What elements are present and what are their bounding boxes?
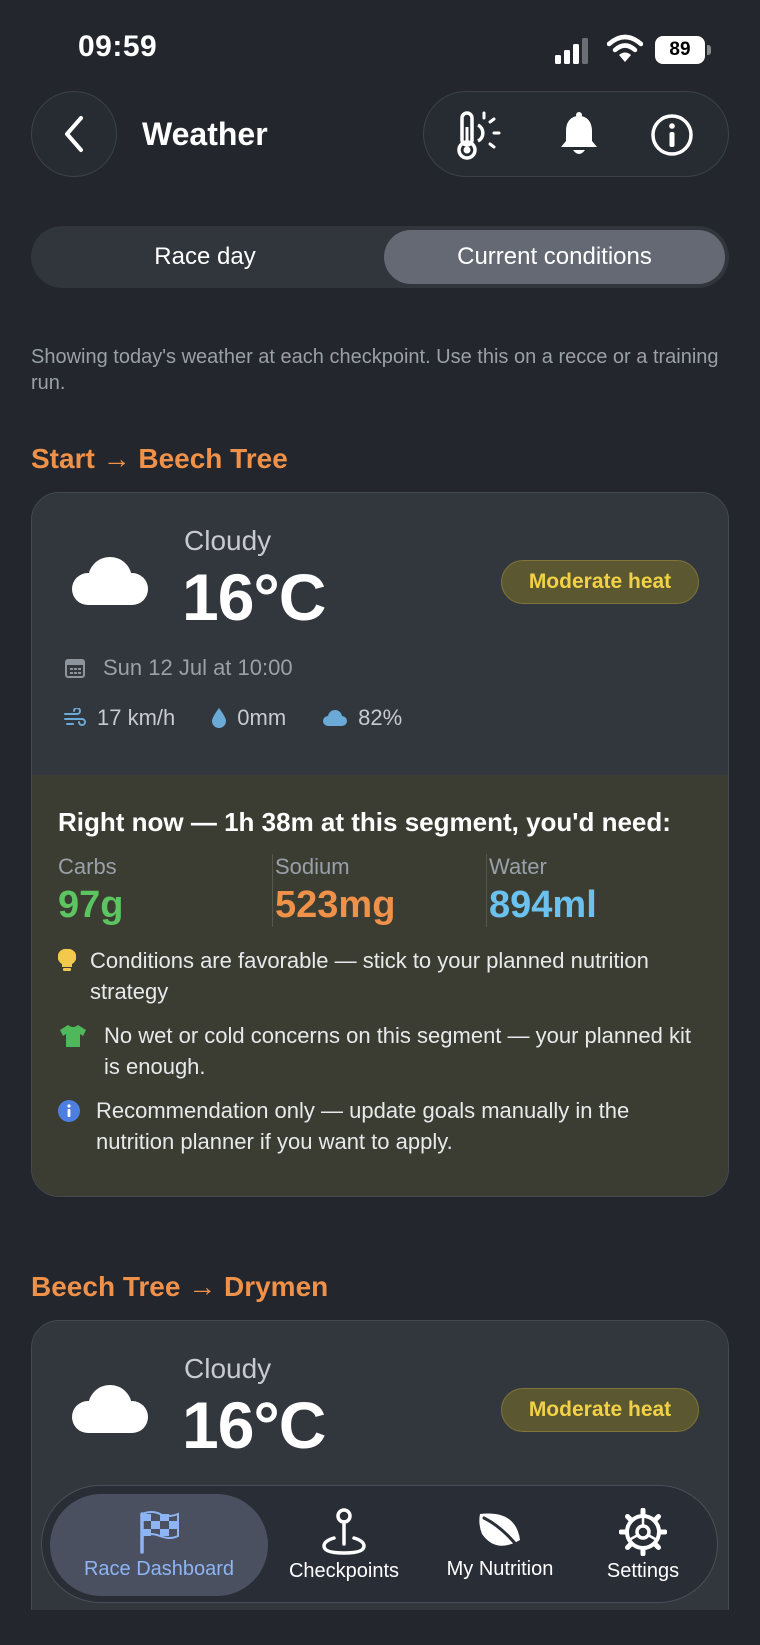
info-icon (58, 1095, 92, 1126)
tab-checkpoints[interactable]: Checkpoints (274, 1486, 414, 1604)
tab-label: Settings (606, 1559, 680, 1582)
page-title: Weather (142, 116, 268, 152)
signal-icon (555, 38, 588, 64)
status-time: 09:59 (78, 30, 158, 63)
cloud-icon (72, 557, 148, 605)
temperature: 16°C (182, 560, 326, 634)
carbs-stat: Carbs 97g (58, 854, 272, 927)
checkered-flag-icon (140, 1510, 179, 1554)
heat-badge: Moderate heat (501, 1388, 699, 1432)
bottom-tab-bar: Race Dashboard Checkpoints My Nutrition (41, 1485, 718, 1603)
tab-race-day[interactable]: Race day (35, 230, 375, 284)
chevron-left-icon (65, 116, 83, 152)
nutrition-recommendation: Right now — 1h 38m at this segment, you'… (32, 775, 728, 1196)
tips-list: Conditions are favorable — stick to your… (58, 945, 702, 1157)
tip-text: No wet or cold concerns on this segment … (104, 1023, 691, 1079)
weather-summary: Cloudy 16°C Moderate heat Sun 12 Jul at … (32, 493, 728, 775)
water-stat: Water 894ml (486, 854, 700, 927)
tip-item: No wet or cold concerns on this segment … (58, 1020, 702, 1082)
intro-text: Showing today's weather at each checkpoi… (31, 346, 719, 394)
date-text: Sun 12 Jul at 10:00 (103, 655, 293, 680)
condition-label: Cloudy (184, 1353, 272, 1384)
tab-current-conditions[interactable]: Current conditions (384, 230, 725, 284)
info-button[interactable] (627, 92, 717, 178)
shirt-icon (58, 1020, 100, 1051)
tab-settings[interactable]: Settings (588, 1486, 698, 1604)
tab-label: Race Dashboard (83, 1557, 235, 1580)
back-button[interactable] (31, 91, 117, 177)
sodium-label: Sodium (275, 854, 350, 879)
thermometer-sun-icon (457, 111, 501, 160)
weather-metrics: 17 km/h 0mm 82% (63, 705, 438, 731)
leaf-icon (479, 1513, 524, 1553)
sodium-stat: Sodium 523mg (272, 854, 486, 927)
carbs-label: Carbs (58, 854, 117, 879)
map-pin-icon (322, 1507, 366, 1555)
water-label: Water (489, 854, 547, 879)
bell-icon (561, 112, 597, 154)
temperature: 16°C (182, 1388, 326, 1462)
heat-settings-button[interactable] (434, 92, 524, 178)
wifi-icon (607, 34, 643, 62)
header-actions (423, 91, 729, 177)
status-bar: 09:59 89 (0, 0, 760, 90)
rain-value: 0mm (237, 705, 287, 730)
info-icon (651, 114, 693, 156)
battery-level: 89 (655, 36, 705, 64)
segment-weather-card[interactable]: Cloudy 16°C Moderate heat Sun 12 Jul at … (31, 492, 729, 1197)
cloud-cover-icon (323, 710, 348, 726)
recommendation-title: Right now — 1h 38m at this segment, you'… (58, 807, 671, 837)
droplet-icon (212, 708, 227, 728)
battery-cap (707, 45, 711, 55)
mode-segmented-control: Race day Current conditions (31, 226, 729, 288)
cloud-cover-metric: 82% (322, 705, 402, 731)
condition-label: Cloudy (184, 525, 272, 556)
tab-label: My Nutrition (446, 1557, 554, 1580)
lightbulb-icon (58, 945, 86, 976)
segment-title: Start → Beech Tree (31, 443, 288, 474)
carbs-value: 97g (58, 884, 124, 926)
wind-value: 17 km/h (97, 705, 176, 730)
wind-icon (64, 708, 86, 726)
nutrient-row: Carbs 97g Sodium 523mg Water 894ml (58, 854, 702, 927)
tip-text: Recommendation only — update goals manua… (96, 1098, 630, 1154)
tab-label: Checkpoints (288, 1559, 400, 1582)
cloud-cover-value: 82% (358, 705, 403, 730)
tab-my-nutrition[interactable]: My Nutrition (422, 1486, 578, 1604)
tab-race-dashboard[interactable]: Race Dashboard (50, 1494, 268, 1596)
bottom-safe-area (0, 1610, 760, 1645)
rain-metric: 0mm (211, 705, 286, 731)
tip-item: Conditions are favorable — stick to your… (58, 945, 702, 1007)
forecast-date: Sun 12 Jul at 10:00 (65, 655, 293, 681)
water-value: 894ml (489, 884, 597, 926)
sodium-value: 523mg (275, 884, 396, 926)
tip-item: Recommendation only — update goals manua… (58, 1095, 702, 1157)
segment-title: Beech Tree → Drymen (31, 1271, 329, 1302)
gear-icon (619, 1507, 667, 1556)
calendar-icon (65, 659, 85, 678)
cloud-icon (72, 1385, 148, 1433)
wind-metric: 17 km/h (63, 705, 175, 731)
tip-text: Conditions are favorable — stick to your… (90, 948, 649, 1004)
battery-indicator: 89 (655, 36, 711, 64)
notifications-button[interactable] (534, 92, 624, 178)
heat-badge: Moderate heat (501, 560, 699, 604)
